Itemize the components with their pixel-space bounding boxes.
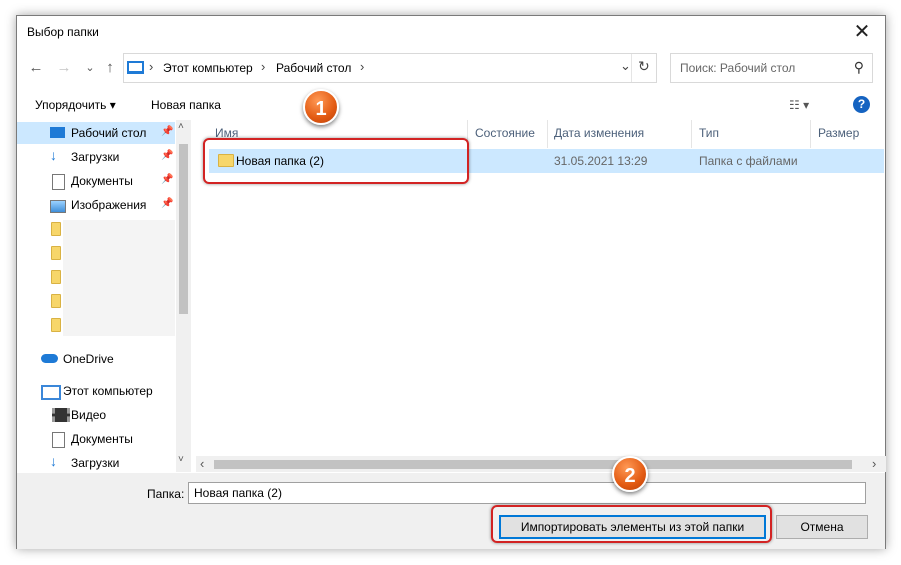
window-title: Выбор папки (27, 25, 99, 39)
document-icon (52, 174, 65, 190)
refresh-icon[interactable]: ↻ (638, 58, 650, 75)
column-header-type[interactable]: Тип (699, 126, 719, 150)
download-icon: ↓ (50, 147, 57, 163)
search-icon: ⚲ (853, 59, 864, 75)
folder-icon[interactable] (51, 318, 61, 332)
breadcrumb-separator: › (149, 59, 154, 74)
image-icon (50, 200, 66, 213)
address-bar[interactable]: › Этот компьютер › Рабочий стол › ⌄ ↻ (123, 53, 657, 83)
close-button[interactable]: ✕ (847, 18, 877, 46)
highlight-box-import (491, 505, 772, 543)
highlight-box-folder (203, 138, 469, 184)
blurred-region (63, 220, 175, 336)
scroll-down-icon[interactable]: ˅ (178, 454, 184, 465)
folder-icon[interactable] (51, 270, 61, 284)
column-header-date[interactable]: Дата изменения (554, 126, 644, 150)
download-icon: ↓ (50, 453, 57, 469)
cloud-icon (41, 354, 58, 363)
breadcrumb-separator: › (261, 59, 266, 74)
breadcrumb-desktop[interactable]: Рабочий стол (276, 61, 351, 75)
sidebar-item-label: Видео (71, 408, 107, 422)
search-placeholder: Поиск: Рабочий стол (680, 61, 796, 75)
computer-icon (41, 385, 61, 400)
scroll-left-icon[interactable]: ‹ (200, 456, 204, 471)
scroll-up-icon[interactable]: ˄ (178, 121, 184, 132)
breadcrumb-this-pc[interactable]: Этот компьютер (163, 61, 253, 75)
sidebar-item-documents[interactable]: Документы 📌 (17, 170, 175, 192)
pin-icon[interactable]: 📌 (161, 126, 173, 137)
scrollbar-thumb[interactable] (179, 144, 188, 314)
file-date: 31.05.2021 13:29 (554, 154, 648, 168)
new-folder-button[interactable]: Новая папка (151, 98, 221, 112)
view-options-icon[interactable]: ☷ ▾ (789, 98, 809, 112)
column-header-status[interactable]: Состояние (475, 126, 535, 150)
help-icon[interactable]: ? (853, 96, 870, 113)
breadcrumb-separator: › (360, 59, 365, 74)
sidebar-item-label: Этот компьютер (63, 384, 153, 398)
recent-locations-button[interactable]: ⌄ (81, 60, 99, 76)
sidebar-item-onedrive[interactable]: OneDrive (17, 348, 175, 370)
search-box[interactable]: Поиск: Рабочий стол ⚲ (670, 53, 873, 83)
folder-field-label: Папка: (147, 487, 185, 501)
step-marker-1: 1 (303, 89, 339, 125)
sidebar-item-downloads[interactable]: ↓ Загрузки 📌 (17, 146, 175, 168)
cancel-button[interactable]: Отмена (776, 515, 868, 539)
folder-picker-window: Выбор папки ✕ ← → ⌄ ↑ › Этот компьютер ›… (16, 15, 886, 549)
address-dropdown-icon[interactable]: ⌄ (620, 58, 631, 74)
file-list-scrollbar[interactable]: ‹ › (196, 456, 886, 472)
column-divider (547, 120, 548, 148)
address-divider (631, 54, 632, 82)
video-icon (52, 408, 70, 422)
sidebar-scrollbar[interactable]: ˄ ˅ (176, 120, 191, 472)
sidebar-item-label: Документы (71, 174, 133, 188)
sidebar-item-label: Загрузки (71, 456, 120, 470)
forward-button[interactable]: → (55, 60, 73, 76)
sidebar-item-pc-documents[interactable]: Документы (17, 428, 175, 450)
navigation-pane: Рабочий стол 📌 ↓ Загрузки 📌 Документы 📌 … (17, 120, 191, 470)
back-button[interactable]: ← (27, 60, 45, 76)
pin-icon[interactable]: 📌 (161, 198, 173, 209)
sidebar-item-videos[interactable]: Видео (17, 404, 175, 426)
sidebar-item-pictures[interactable]: Изображения 📌 (17, 194, 175, 216)
organize-menu[interactable]: Упорядочить ▾ (35, 98, 116, 112)
sidebar-item-label: Изображения (71, 198, 147, 212)
folder-icon[interactable] (51, 294, 61, 308)
pin-icon[interactable]: 📌 (161, 174, 173, 185)
folder-field[interactable]: Новая папка (2) (188, 482, 866, 504)
sidebar-item-label: Документы (71, 432, 133, 446)
sidebar-item-label: Рабочий стол (71, 126, 147, 140)
desktop-icon (50, 127, 65, 138)
document-icon (52, 432, 65, 448)
column-divider (810, 120, 811, 148)
folder-icon[interactable] (51, 222, 61, 236)
step-marker-2: 2 (612, 456, 648, 492)
sidebar-item-this-pc[interactable]: Этот компьютер (17, 380, 175, 402)
column-divider (691, 120, 692, 148)
sidebar-item-label: Загрузки (71, 150, 120, 164)
scrollbar-thumb[interactable] (214, 460, 852, 469)
sidebar-item-pc-downloads[interactable]: ↓ Загрузки (17, 452, 175, 474)
up-button[interactable]: ↑ (101, 60, 119, 76)
sidebar-item-label: OneDrive (63, 352, 114, 366)
computer-icon (127, 61, 144, 74)
folder-icon[interactable] (51, 246, 61, 260)
pin-icon[interactable]: 📌 (161, 150, 173, 161)
file-type: Папка с файлами (699, 154, 798, 168)
sidebar-item-desktop[interactable]: Рабочий стол 📌 (17, 122, 175, 144)
column-header-size[interactable]: Размер (818, 126, 859, 150)
scroll-right-icon[interactable]: › (872, 456, 876, 471)
